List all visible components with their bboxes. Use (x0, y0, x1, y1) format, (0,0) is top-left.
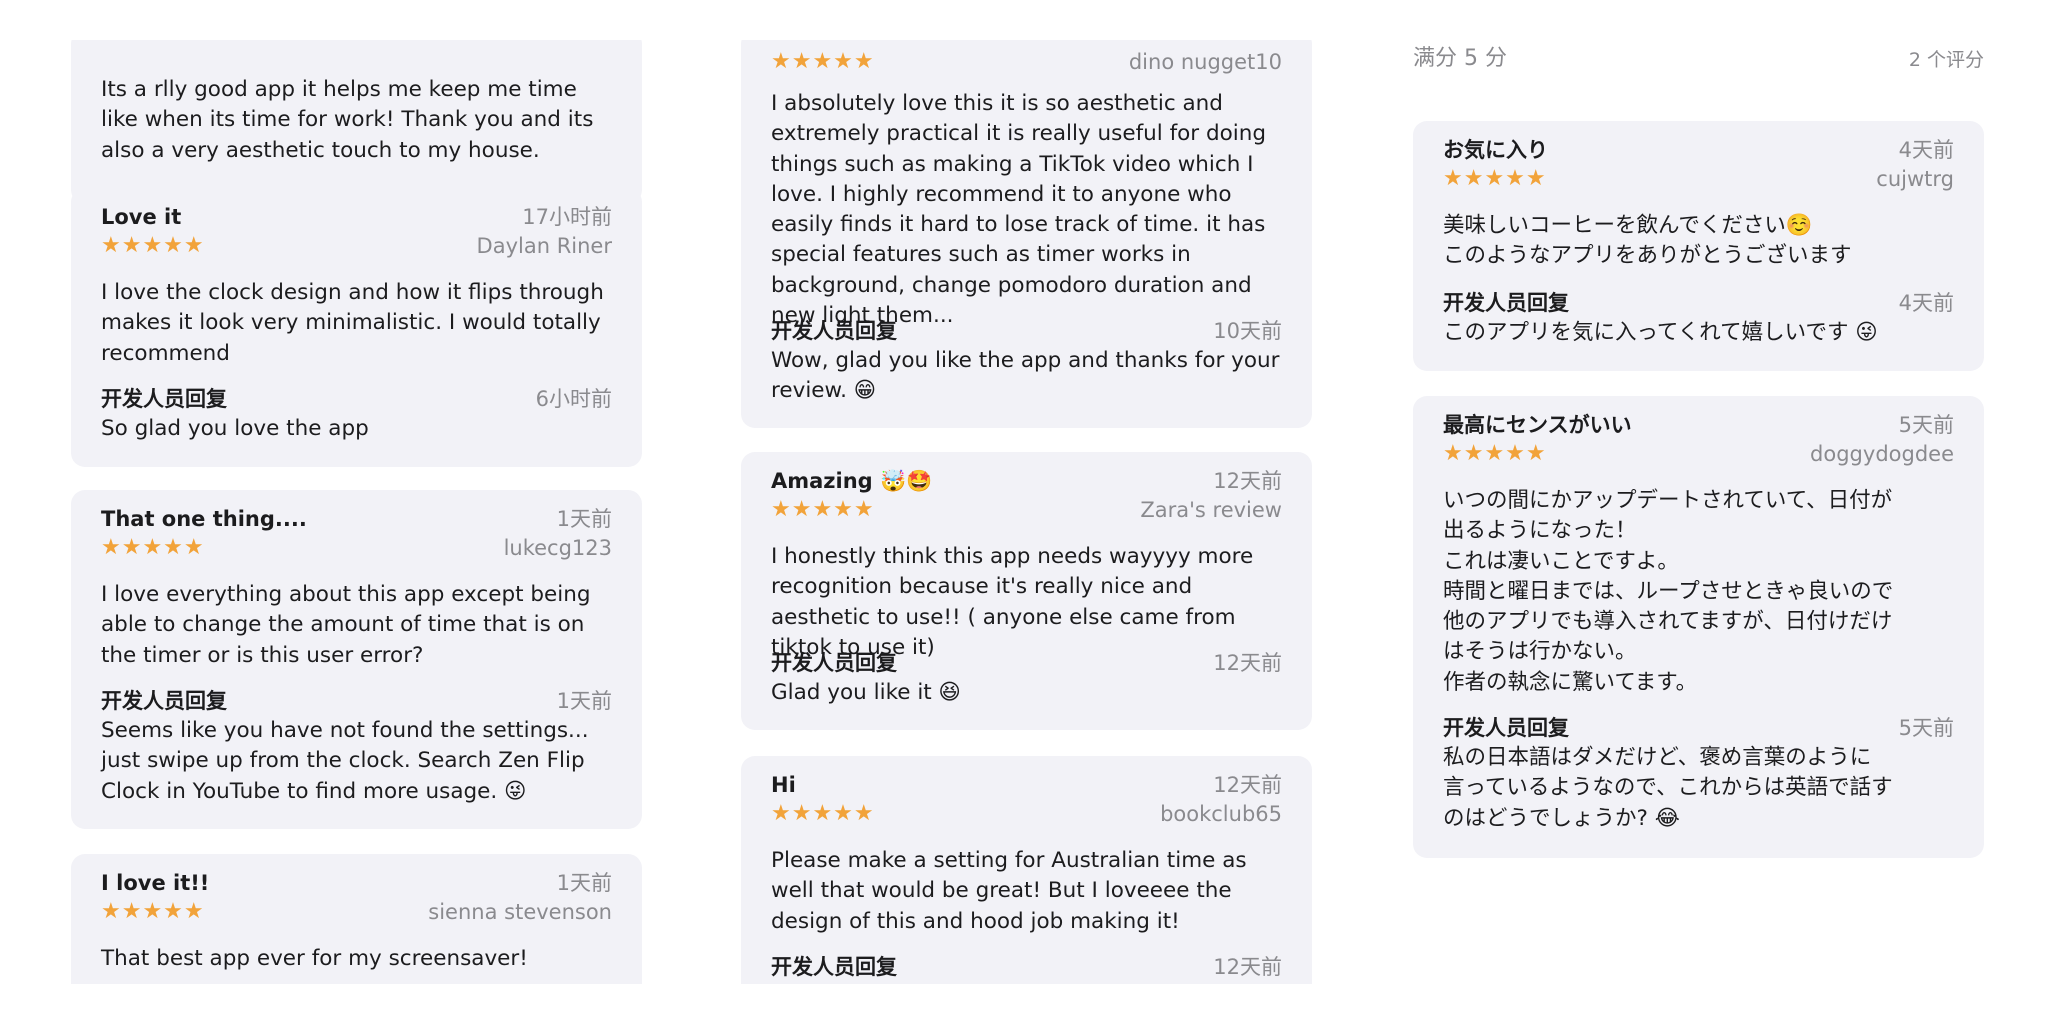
review-card[interactable]: Its a rlly good app it helps me keep me … (71, 40, 642, 204)
developer-response-time: 5天前 (1898, 716, 1954, 740)
developer-response-body: So glad you love the app (101, 416, 369, 441)
review-body: I love everything about this app except … (101, 582, 591, 668)
review-author: sienna stevenson (428, 900, 612, 924)
review-title: Hi (771, 773, 796, 797)
star-rating: ★★★★★ (101, 233, 205, 258)
review-time: 17小时前 (522, 205, 612, 229)
review-author: dino nugget10 (1128, 50, 1282, 74)
review-author: Zara's review (1140, 498, 1282, 522)
developer-response-time: 1天前 (556, 689, 612, 713)
review-author: doggydogdee (1810, 442, 1954, 466)
developer-response-label: 开发人员回复 (771, 955, 897, 979)
review-body: I honestly think this app needs wayyyy m… (771, 544, 1254, 660)
developer-response-label: 开发人员回复 (101, 689, 227, 713)
review-time: 5天前 (1898, 413, 1954, 437)
developer-response-time: 12天前 (1213, 651, 1282, 675)
rating-count: 2 个评分 (1908, 49, 1984, 71)
review-author: Daylan Riner (476, 234, 612, 258)
review-time: 12天前 (1213, 469, 1282, 493)
review-body: I absolutely love this it is so aestheti… (771, 91, 1267, 329)
review-card[interactable]: That one thing.... 1天前 ★★★★★ lukecg123 I… (71, 490, 642, 829)
developer-response-label: 开发人员回复 (1443, 716, 1569, 740)
rating-scale-label: 满分 5 分 (1413, 46, 1507, 71)
review-card[interactable]: お気に入り 4天前 ★★★★★ cujwtrg 美味しいコーヒーを飲んでください… (1413, 121, 1984, 371)
review-time: 1天前 (556, 871, 612, 895)
star-rating: ★★★★★ (771, 497, 875, 522)
review-column-2: ★★★★★ dino nugget10 I absolutely love th… (741, 40, 1312, 984)
review-time: 1天前 (556, 507, 612, 531)
review-title: 最高にセンスがいい (1443, 413, 1632, 437)
developer-response-body: Wow, glad you like the app and thanks fo… (771, 348, 1280, 404)
review-title: I love it!! (101, 871, 210, 895)
developer-response-label: 开发人员回复 (1443, 291, 1569, 315)
review-body: I love the clock design and how it flips… (101, 280, 604, 366)
review-title: That one thing.... (101, 507, 307, 531)
star-rating: ★★★★★ (771, 801, 875, 826)
review-author: lukecg123 (503, 536, 612, 560)
review-column-3: 满分 5 分 2 个评分 お気に入り 4天前 ★★★★★ cujwtrg 美味し… (1413, 0, 1984, 984)
review-author: cujwtrg (1876, 167, 1954, 191)
star-rating: ★★★★★ (1443, 441, 1547, 466)
star-rating: ★★★★★ (771, 49, 875, 74)
review-card[interactable]: I love it!! 1天前 ★★★★★ sienna stevenson T… (71, 854, 642, 984)
developer-response-body: 私の日本語はダメだけど、褒め言葉のように 言っているようなので、これからは英語で… (1443, 745, 1893, 831)
review-body: いつの間にかアップデートされていて、日付が 出るようになった！ これは凄いことで… (1443, 488, 1894, 695)
developer-response-body: Seems like you have not found the settin… (101, 718, 589, 804)
review-column-1: Its a rlly good app it helps me keep me … (71, 40, 642, 984)
developer-response-time: 6小时前 (535, 387, 612, 411)
review-time: 4天前 (1898, 138, 1954, 162)
developer-response-time: 4天前 (1898, 291, 1954, 315)
review-card[interactable]: ★★★★★ dino nugget10 I absolutely love th… (741, 40, 1312, 428)
star-rating: ★★★★★ (101, 899, 205, 924)
star-rating: ★★★★★ (1443, 166, 1547, 191)
review-card[interactable]: Hi 12天前 ★★★★★ bookclub65 Please make a s… (741, 756, 1312, 984)
review-time: 12天前 (1213, 773, 1282, 797)
developer-response-body: このアプリを気に入ってくれて嬉しいです 😜 (1443, 320, 1878, 345)
review-card[interactable]: 最高にセンスがいい 5天前 ★★★★★ doggydogdee いつの間にかアッ… (1413, 396, 1984, 858)
star-rating: ★★★★★ (101, 535, 205, 560)
developer-response-body: Glad you like it 😆 (771, 680, 961, 705)
developer-response-label: 开发人员回复 (771, 651, 897, 675)
review-body: That best app ever for my screensaver! (101, 946, 528, 971)
review-card[interactable]: Amazing 🤯🤩 12天前 ★★★★★ Zara's review I ho… (741, 452, 1312, 730)
review-author: bookclub65 (1160, 802, 1282, 826)
review-body: Its a rlly good app it helps me keep me … (101, 77, 594, 163)
review-title: Amazing 🤯🤩 (771, 469, 933, 493)
developer-response-label: 开发人员回复 (771, 319, 897, 343)
review-title: お気に入り (1443, 138, 1548, 162)
review-card[interactable]: Love it 17小时前 ★★★★★ Daylan Riner I love … (71, 188, 642, 467)
developer-response-time: 10天前 (1213, 319, 1282, 343)
review-body: 美味しいコーヒーを飲んでください☺️ このようなアプリをありがとうございます (1443, 213, 1852, 269)
review-body: Please make a setting for Australian tim… (771, 848, 1247, 934)
developer-response-time: 12天前 (1213, 955, 1282, 979)
